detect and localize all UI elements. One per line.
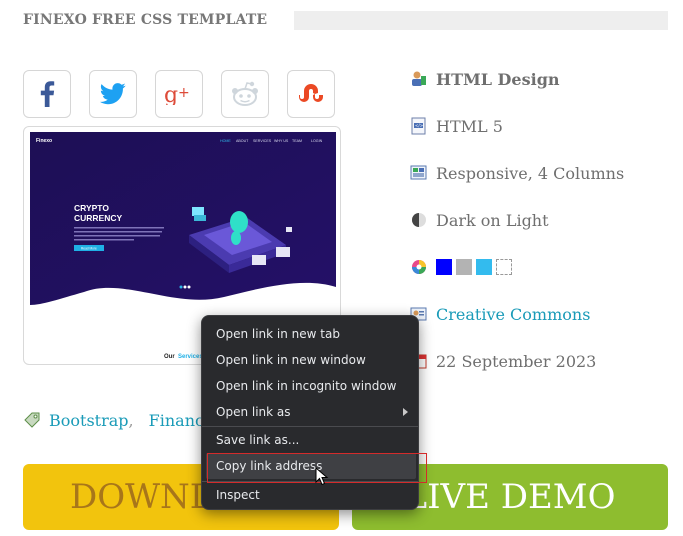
preview-nav-whyus: WHY US bbox=[274, 139, 289, 143]
preview-brand: Finexo bbox=[36, 138, 52, 144]
menu-inspect[interactable]: Inspect bbox=[202, 482, 418, 508]
preview-hero-line2: CURRENCY bbox=[74, 213, 123, 223]
page-title: FINEXO FREE CSS TEMPLATE bbox=[23, 12, 268, 28]
menu-open-link-as[interactable]: Open link as bbox=[202, 399, 418, 425]
share-reddit-button[interactable] bbox=[221, 70, 269, 118]
meta-license: Creative Commons bbox=[410, 302, 590, 326]
mouse-cursor-icon bbox=[315, 467, 329, 486]
meta-design: HTML Design bbox=[410, 67, 560, 91]
preview-nav-login: LOGIN bbox=[311, 139, 323, 143]
layout-icon bbox=[410, 164, 428, 182]
title-divider bbox=[294, 11, 668, 30]
meta-date-text: 22 September 2023 bbox=[436, 351, 597, 371]
preview-nav-team: TEAM bbox=[292, 139, 302, 143]
preview-nav-services: SERVICES bbox=[253, 139, 272, 143]
google-plus-icon: g + bbox=[164, 83, 190, 105]
share-twitter-button[interactable] bbox=[89, 70, 137, 118]
svg-text:</>: </> bbox=[415, 123, 423, 128]
swatch-3 bbox=[476, 259, 492, 275]
swatch-4 bbox=[496, 259, 512, 275]
meta-html-text: HTML 5 bbox=[436, 116, 503, 136]
page-header: FINEXO FREE CSS TEMPLATE bbox=[23, 11, 668, 30]
reddit-icon bbox=[232, 81, 258, 106]
meta-date: 22 September 2023 bbox=[410, 349, 596, 373]
live-demo-button-label: LIVE DEMO bbox=[404, 477, 616, 517]
color-wheel-icon bbox=[410, 258, 428, 276]
menu-open-incognito[interactable]: Open link in incognito window bbox=[202, 373, 418, 399]
meta-layout: Responsive, 4 Columns bbox=[410, 161, 624, 185]
submenu-arrow-icon bbox=[403, 408, 408, 416]
facebook-icon bbox=[40, 81, 55, 107]
menu-open-new-tab[interactable]: Open link in new tab bbox=[202, 321, 418, 347]
menu-open-new-window[interactable]: Open link in new window bbox=[202, 347, 418, 373]
preview-hero-line1: CRYPTO bbox=[74, 203, 109, 213]
share-google-plus-button[interactable]: g + bbox=[155, 70, 203, 118]
meta-theme-text: Dark on Light bbox=[436, 210, 549, 230]
contrast-icon bbox=[410, 211, 428, 229]
preview-hero-button: Read More bbox=[81, 247, 97, 251]
preview-section-title-b: Services bbox=[178, 354, 203, 360]
color-swatches bbox=[436, 259, 512, 275]
preview-nav-about: ABOUT bbox=[236, 139, 249, 143]
license-link[interactable]: Creative Commons bbox=[436, 305, 590, 324]
tag-icon bbox=[23, 411, 41, 429]
stumbleupon-icon bbox=[299, 84, 323, 102]
meta-html: </> HTML 5 bbox=[410, 114, 503, 138]
preview-section-title-a: Our bbox=[164, 354, 175, 360]
twitter-icon bbox=[100, 83, 126, 105]
svg-text:g: g bbox=[164, 83, 178, 105]
tag-separator: , bbox=[128, 410, 134, 430]
swatch-2 bbox=[456, 259, 472, 275]
meta-layout-text: Responsive, 4 Columns bbox=[436, 163, 625, 183]
meta-design-text: HTML Design bbox=[436, 69, 560, 89]
swatch-1 bbox=[436, 259, 452, 275]
tag-bootstrap-link[interactable]: Bootstrap bbox=[49, 411, 129, 430]
share-facebook-button[interactable] bbox=[23, 70, 71, 118]
svg-text:+: + bbox=[178, 85, 190, 101]
preview-nav-home: HOME bbox=[220, 139, 231, 143]
html-file-icon: </> bbox=[410, 117, 428, 135]
meta-theme: Dark on Light bbox=[410, 208, 549, 232]
menu-open-link-as-label: Open link as bbox=[216, 405, 291, 419]
menu-save-link-as[interactable]: Save link as... bbox=[202, 427, 418, 453]
share-stumbleupon-button[interactable] bbox=[287, 70, 335, 118]
meta-colors bbox=[410, 255, 512, 279]
designer-icon bbox=[410, 70, 428, 88]
